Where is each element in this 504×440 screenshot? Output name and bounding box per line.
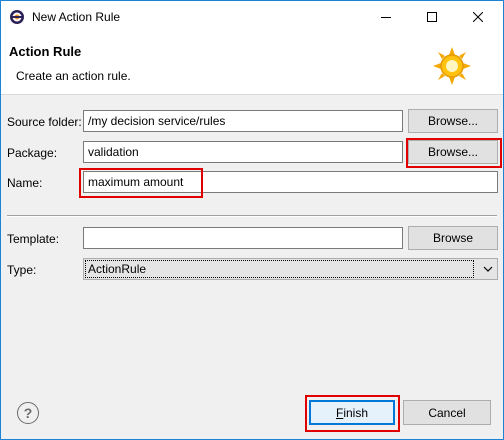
source-folder-browse-button[interactable]: Browse... [408,109,498,133]
banner-description: Create an action rule. [16,69,131,83]
template-label: Template: [7,232,60,246]
eclipse-app-icon [10,10,24,24]
dialog-window: New Action Rule Action Rule Create an ac… [0,0,504,440]
finish-button-label: Finish [335,405,369,420]
cancel-button[interactable]: Cancel [403,400,491,425]
header-banner: Action Rule Create an action rule. [1,32,503,95]
close-button[interactable] [455,1,501,32]
type-select-focus-rect [85,260,474,278]
template-browse-button[interactable]: Browse [408,226,498,250]
finish-button[interactable]: Finish [309,400,395,425]
close-icon [473,11,483,22]
title-bar: New Action Rule [1,1,503,32]
help-icon: ? [23,405,33,421]
window-title: New Action Rule [32,10,121,24]
banner-title: Action Rule [9,44,82,59]
gear-sun-icon [433,47,471,85]
chevron-down-icon [483,266,493,272]
maximize-button[interactable] [409,1,455,32]
separator-highlight [7,216,497,217]
minimize-button[interactable] [363,1,409,32]
source-folder-input[interactable]: /my decision service/rules [83,110,403,132]
help-button[interactable]: ? [17,402,39,424]
name-input[interactable]: maximum amount [83,171,498,193]
type-label: Type: [7,263,37,277]
minimize-icon [381,16,391,18]
package-browse-button[interactable]: Browse... [408,140,498,164]
package-label: Package: [7,146,58,160]
type-select[interactable]: ActionRule [83,258,498,280]
template-input[interactable] [83,227,403,249]
source-folder-label: Source folder: [7,115,82,129]
name-label: Name: [7,176,43,190]
package-input[interactable]: validation [83,141,403,163]
maximize-icon [427,11,437,22]
